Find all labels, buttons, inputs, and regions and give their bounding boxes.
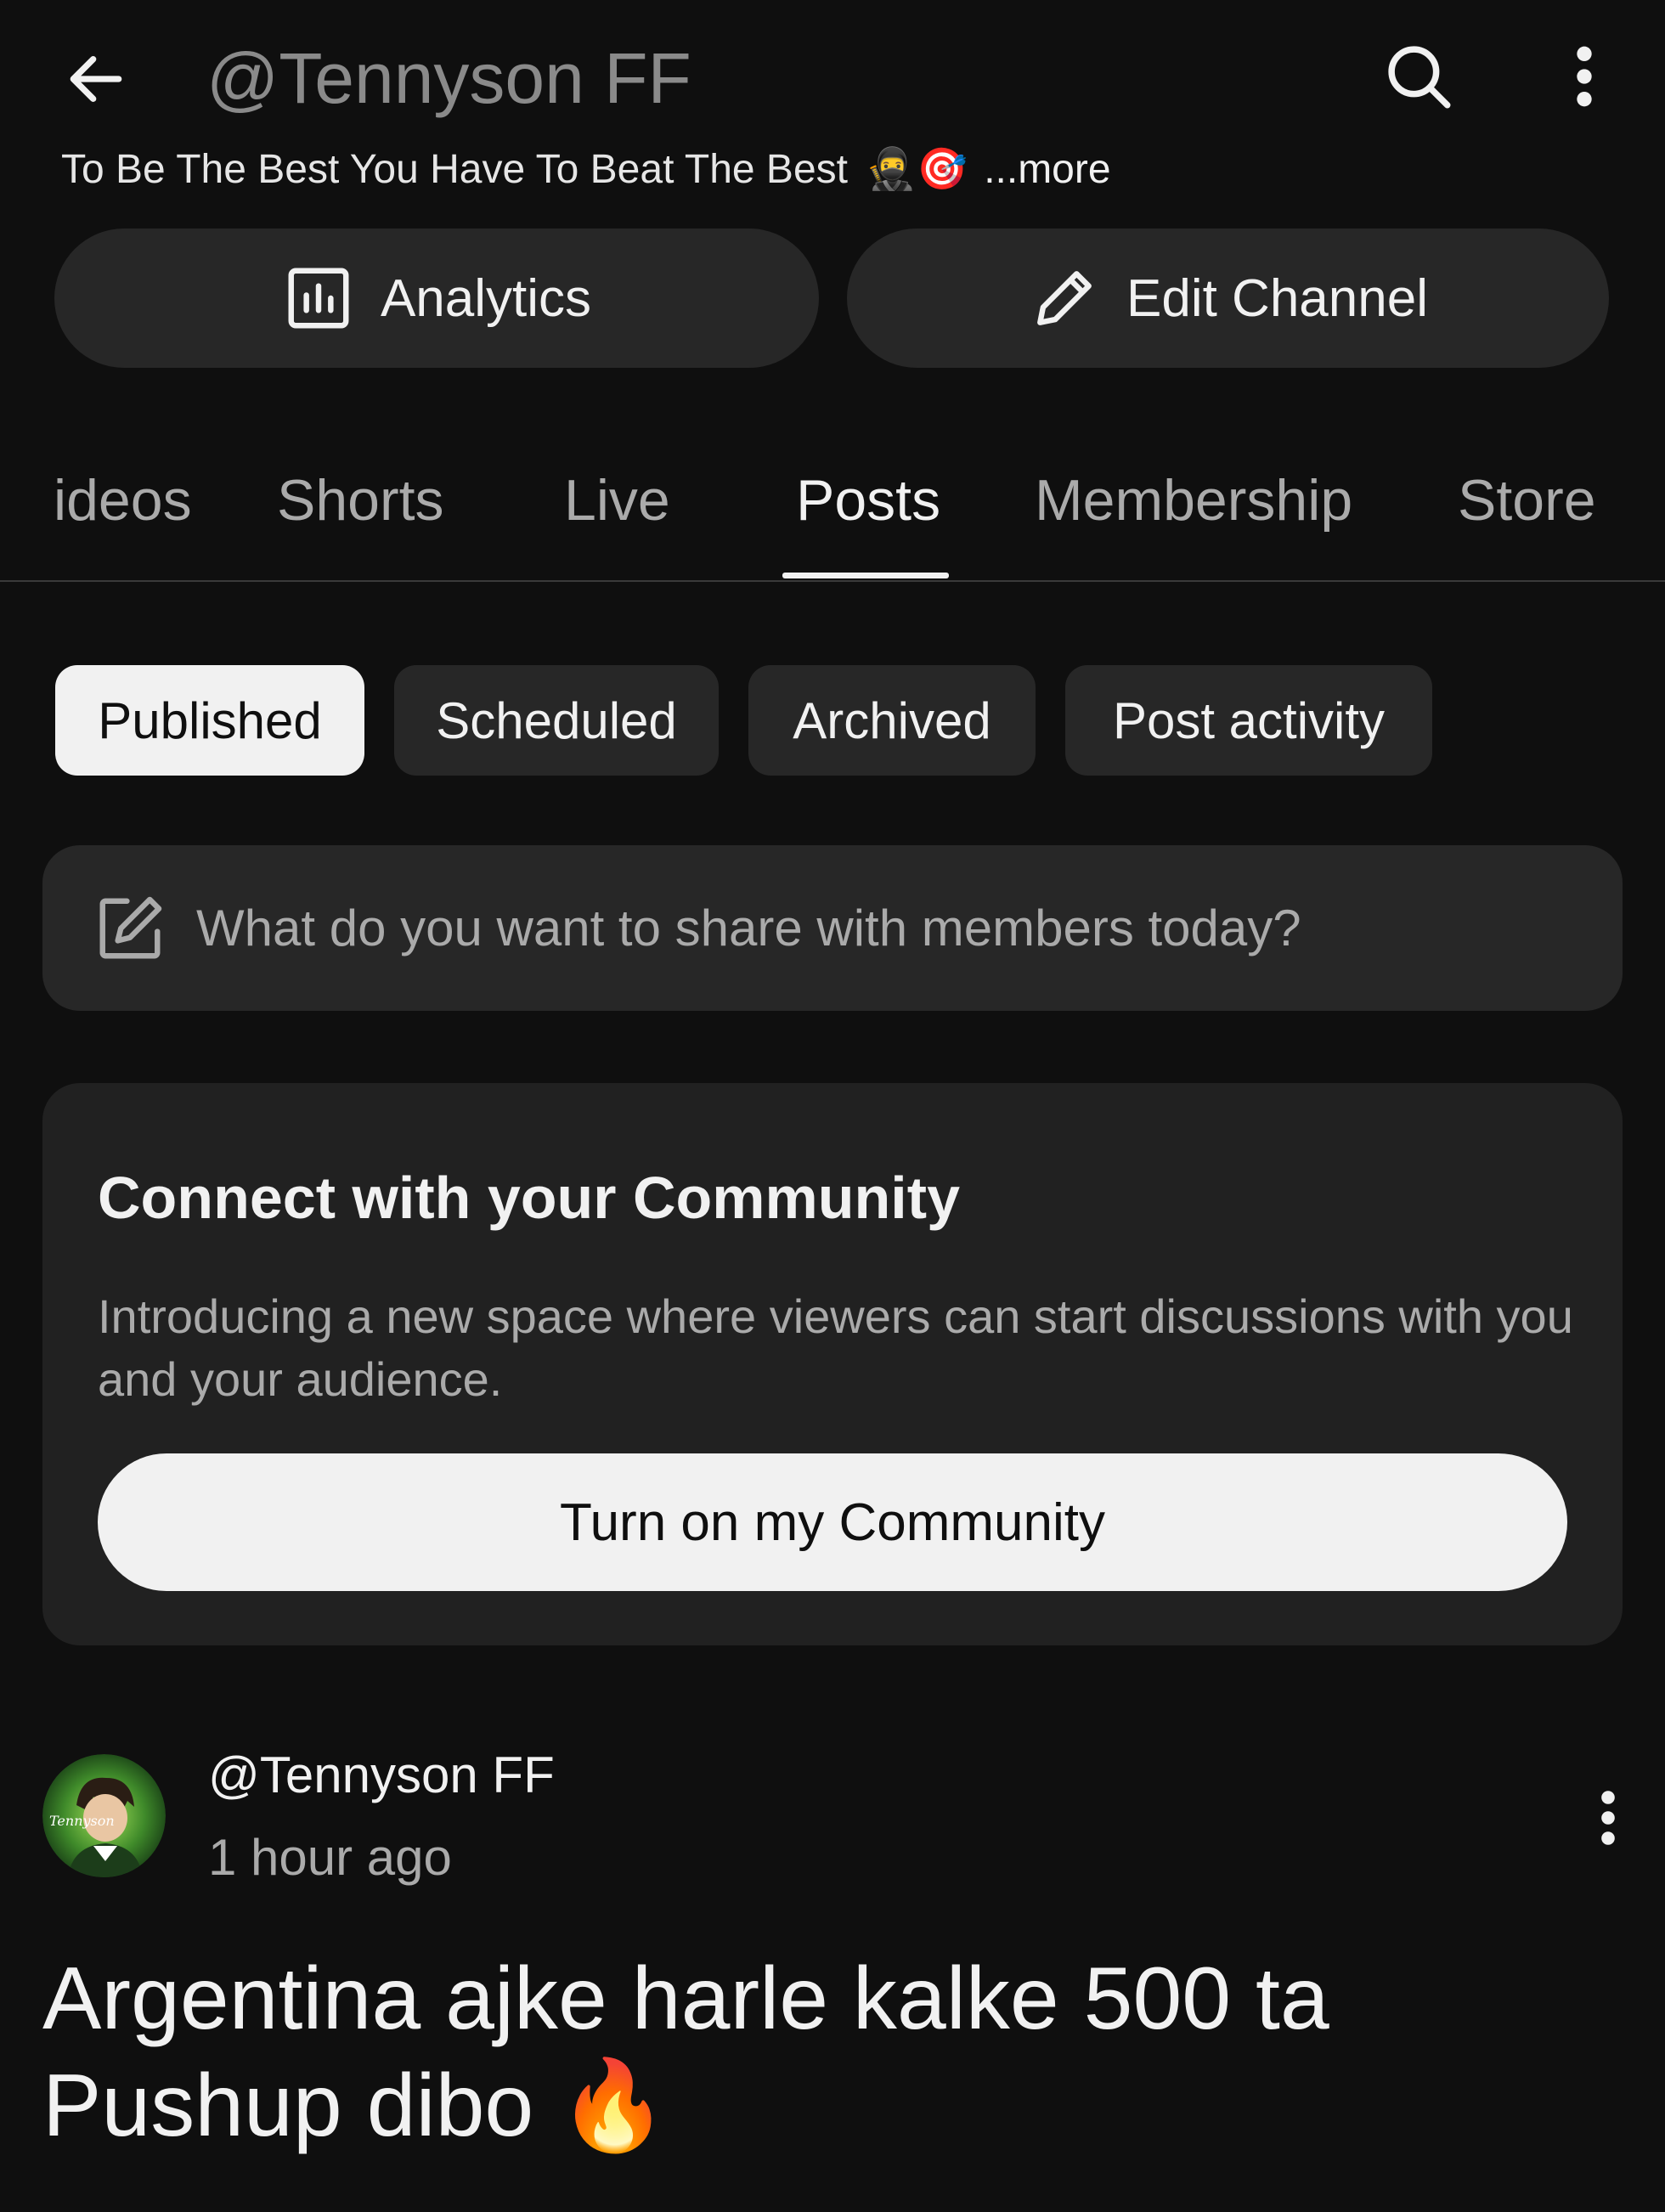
pencil-icon: [1037, 271, 1092, 325]
more-vertical-icon: [1577, 46, 1592, 107]
tab-videos[interactable]: ideos: [54, 450, 192, 578]
tab-store[interactable]: Store: [1458, 450, 1596, 578]
avatar-text: Tennyson: [49, 1813, 115, 1829]
edit-channel-button[interactable]: Edit Channel: [847, 229, 1609, 368]
post-author[interactable]: @Tennyson FF: [208, 1746, 555, 1804]
post-timestamp: 1 hour ago: [208, 1829, 452, 1886]
analytics-button[interactable]: Analytics: [54, 229, 819, 368]
tab-posts[interactable]: Posts: [796, 450, 940, 578]
more-options-button[interactable]: [1546, 34, 1623, 119]
filter-chip-scheduled[interactable]: Scheduled: [394, 665, 719, 776]
turn-on-community-button[interactable]: Turn on my Community: [98, 1453, 1567, 1591]
analytics-icon: [288, 268, 349, 329]
edit-square-icon: [89, 888, 171, 969]
channel-tabs: ideos Shorts Live Posts Membership Store: [0, 450, 1665, 578]
post-composer[interactable]: What do you want to share with members t…: [42, 845, 1623, 1011]
search-icon: [1388, 46, 1451, 109]
tab-shorts[interactable]: Shorts: [277, 450, 444, 578]
community-card-description: Introducing a new space where viewers ca…: [98, 1289, 1573, 1406]
post-body: Argentina ajke harle kalke 500 ta Pushup…: [42, 1945, 1640, 2159]
filter-chip-archived[interactable]: Archived: [748, 665, 1036, 776]
filter-chip-post-activity[interactable]: Post activity: [1065, 665, 1432, 776]
tagline-more-link[interactable]: ...more: [984, 147, 1110, 192]
tagline-emoji: 🥷🎯: [866, 147, 968, 192]
active-tab-indicator: [782, 573, 949, 578]
avatar[interactable]: Tennyson: [42, 1754, 166, 1877]
edit-channel-label: Edit Channel: [1126, 268, 1429, 328]
arrow-left-icon: [70, 56, 122, 103]
more-vertical-icon: [1601, 1791, 1615, 1845]
channel-tagline[interactable]: To Be The Best You Have To Beat The Best…: [61, 144, 1166, 195]
composer-placeholder: What do you want to share with members t…: [196, 900, 1301, 956]
tabs-divider: [0, 580, 1665, 582]
back-button[interactable]: [58, 41, 134, 117]
community-card-title: Connect with your Community: [98, 1165, 960, 1231]
analytics-label: Analytics: [380, 268, 592, 328]
post-more-button[interactable]: [1580, 1780, 1636, 1856]
search-button[interactable]: [1376, 34, 1461, 119]
tab-live[interactable]: Live: [564, 450, 670, 578]
post-body-text: Argentina ajke harle kalke 500 ta Pushup…: [42, 1950, 1329, 2155]
tagline-text: To Be The Best You Have To Beat The Best: [61, 147, 848, 192]
channel-handle-title: @Tennyson FF: [206, 38, 691, 118]
tab-membership[interactable]: Membership: [1035, 450, 1352, 578]
filter-chip-published[interactable]: Published: [55, 665, 364, 776]
fire-emoji: 🔥: [558, 2057, 669, 2155]
